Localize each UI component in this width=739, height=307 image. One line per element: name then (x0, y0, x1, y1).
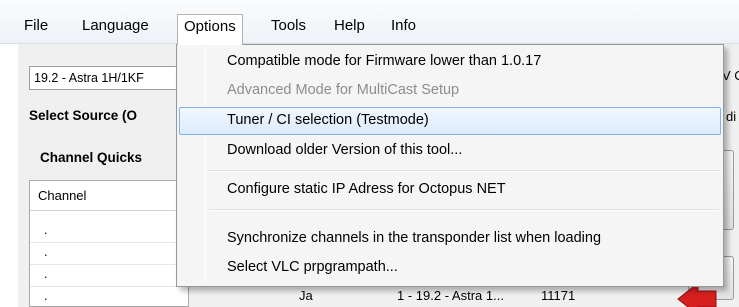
menu-file[interactable]: File (18, 15, 54, 37)
cell-ja: Ja (299, 288, 313, 303)
channel-quickselect-label: Channel Quicks (40, 150, 143, 165)
table-row[interactable]: . (30, 289, 188, 307)
table-row[interactable]: . (30, 267, 188, 287)
menu-separator (209, 209, 719, 211)
right-label-2: di (726, 109, 737, 124)
menu-info[interactable]: Info (385, 15, 422, 37)
menu-item-configure-static-ip[interactable]: Configure static IP Adress for Octopus N… (179, 176, 721, 204)
menu-item-compatible-mode[interactable]: Compatible mode for Firmware lower than … (179, 48, 721, 76)
source-select[interactable]: 19.2 - Astra 1H/1KF (29, 66, 189, 90)
menu-bar: File Language Options Tools Help Info (0, 0, 739, 45)
menu-item-download-older-version[interactable]: Download older Version of this tool... (179, 137, 721, 165)
options-dropdown-menu: Compatible mode for Firmware lower than … (176, 44, 724, 287)
menu-item-advanced-multicast: Advanced Mode for MultiCast Setup (227, 82, 460, 98)
right-label-1: V C (722, 68, 739, 83)
table-row[interactable]: . (30, 223, 188, 243)
table-row[interactable]: . (30, 245, 188, 265)
cell-transponder: 1 - 19.2 - Astra 1... (397, 288, 504, 303)
menu-options[interactable]: Options (177, 14, 243, 45)
menu-item-tuner-ci-selection[interactable]: Tuner / CI selection (Testmode) (179, 107, 721, 135)
menu-separator (209, 170, 719, 172)
menu-help[interactable]: Help (328, 15, 371, 37)
menu-language[interactable]: Language (76, 15, 155, 37)
channel-table[interactable]: Channel . . . . (29, 180, 189, 307)
select-source-label: Select Source (O (29, 108, 138, 123)
menu-tools[interactable]: Tools (265, 15, 312, 37)
column-header-channel[interactable]: Channel (30, 181, 188, 211)
cell-frequency: 11171 (541, 288, 576, 303)
menu-item-synchronize-channels[interactable]: Synchronize channels in the transponder … (179, 225, 721, 253)
menu-item-select-vlc-path[interactable]: Select VLC prpgrampath... (179, 254, 721, 282)
